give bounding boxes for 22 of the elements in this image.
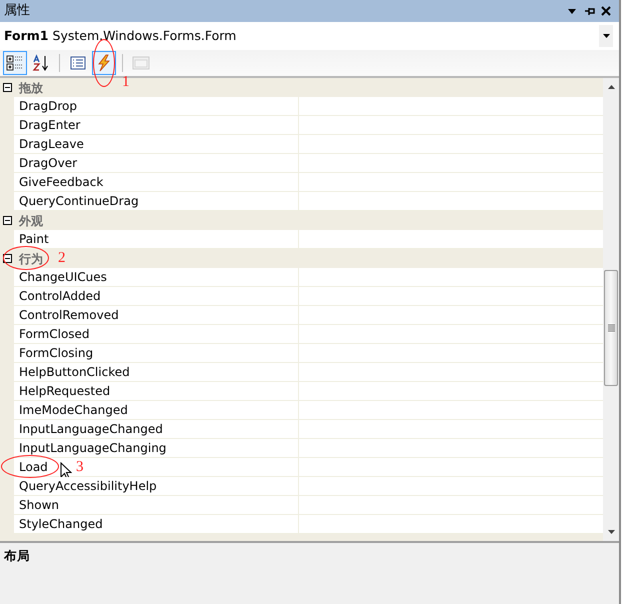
categorized-button[interactable] xyxy=(3,51,27,75)
property-pages-icon xyxy=(132,54,150,72)
pin-icon xyxy=(584,6,595,16)
dropdown-icon xyxy=(599,25,613,47)
annotation-number: 1 xyxy=(122,75,130,90)
sort-icon xyxy=(32,54,50,72)
object-name: Form1 xyxy=(4,26,49,45)
categorized-icon xyxy=(6,54,24,72)
lightning-button[interactable] xyxy=(92,51,116,75)
close-icon xyxy=(601,6,612,16)
object-type: System.Windows.Forms.Form xyxy=(52,26,238,45)
category-name: 拖放 xyxy=(19,80,43,94)
scrollbar[interactable] xyxy=(603,78,619,541)
property-list-icon xyxy=(69,54,87,72)
scrollbar-thumb[interactable] xyxy=(604,270,618,386)
annotation-number: 2 xyxy=(58,251,66,266)
category-name: 行为 xyxy=(19,252,43,266)
description-title: 布局 xyxy=(4,548,30,563)
annotation-number: 3 xyxy=(76,460,84,475)
dropdown-icon xyxy=(567,6,578,16)
category-name: 外观 xyxy=(19,214,43,228)
window-title: 属性 xyxy=(4,2,30,20)
